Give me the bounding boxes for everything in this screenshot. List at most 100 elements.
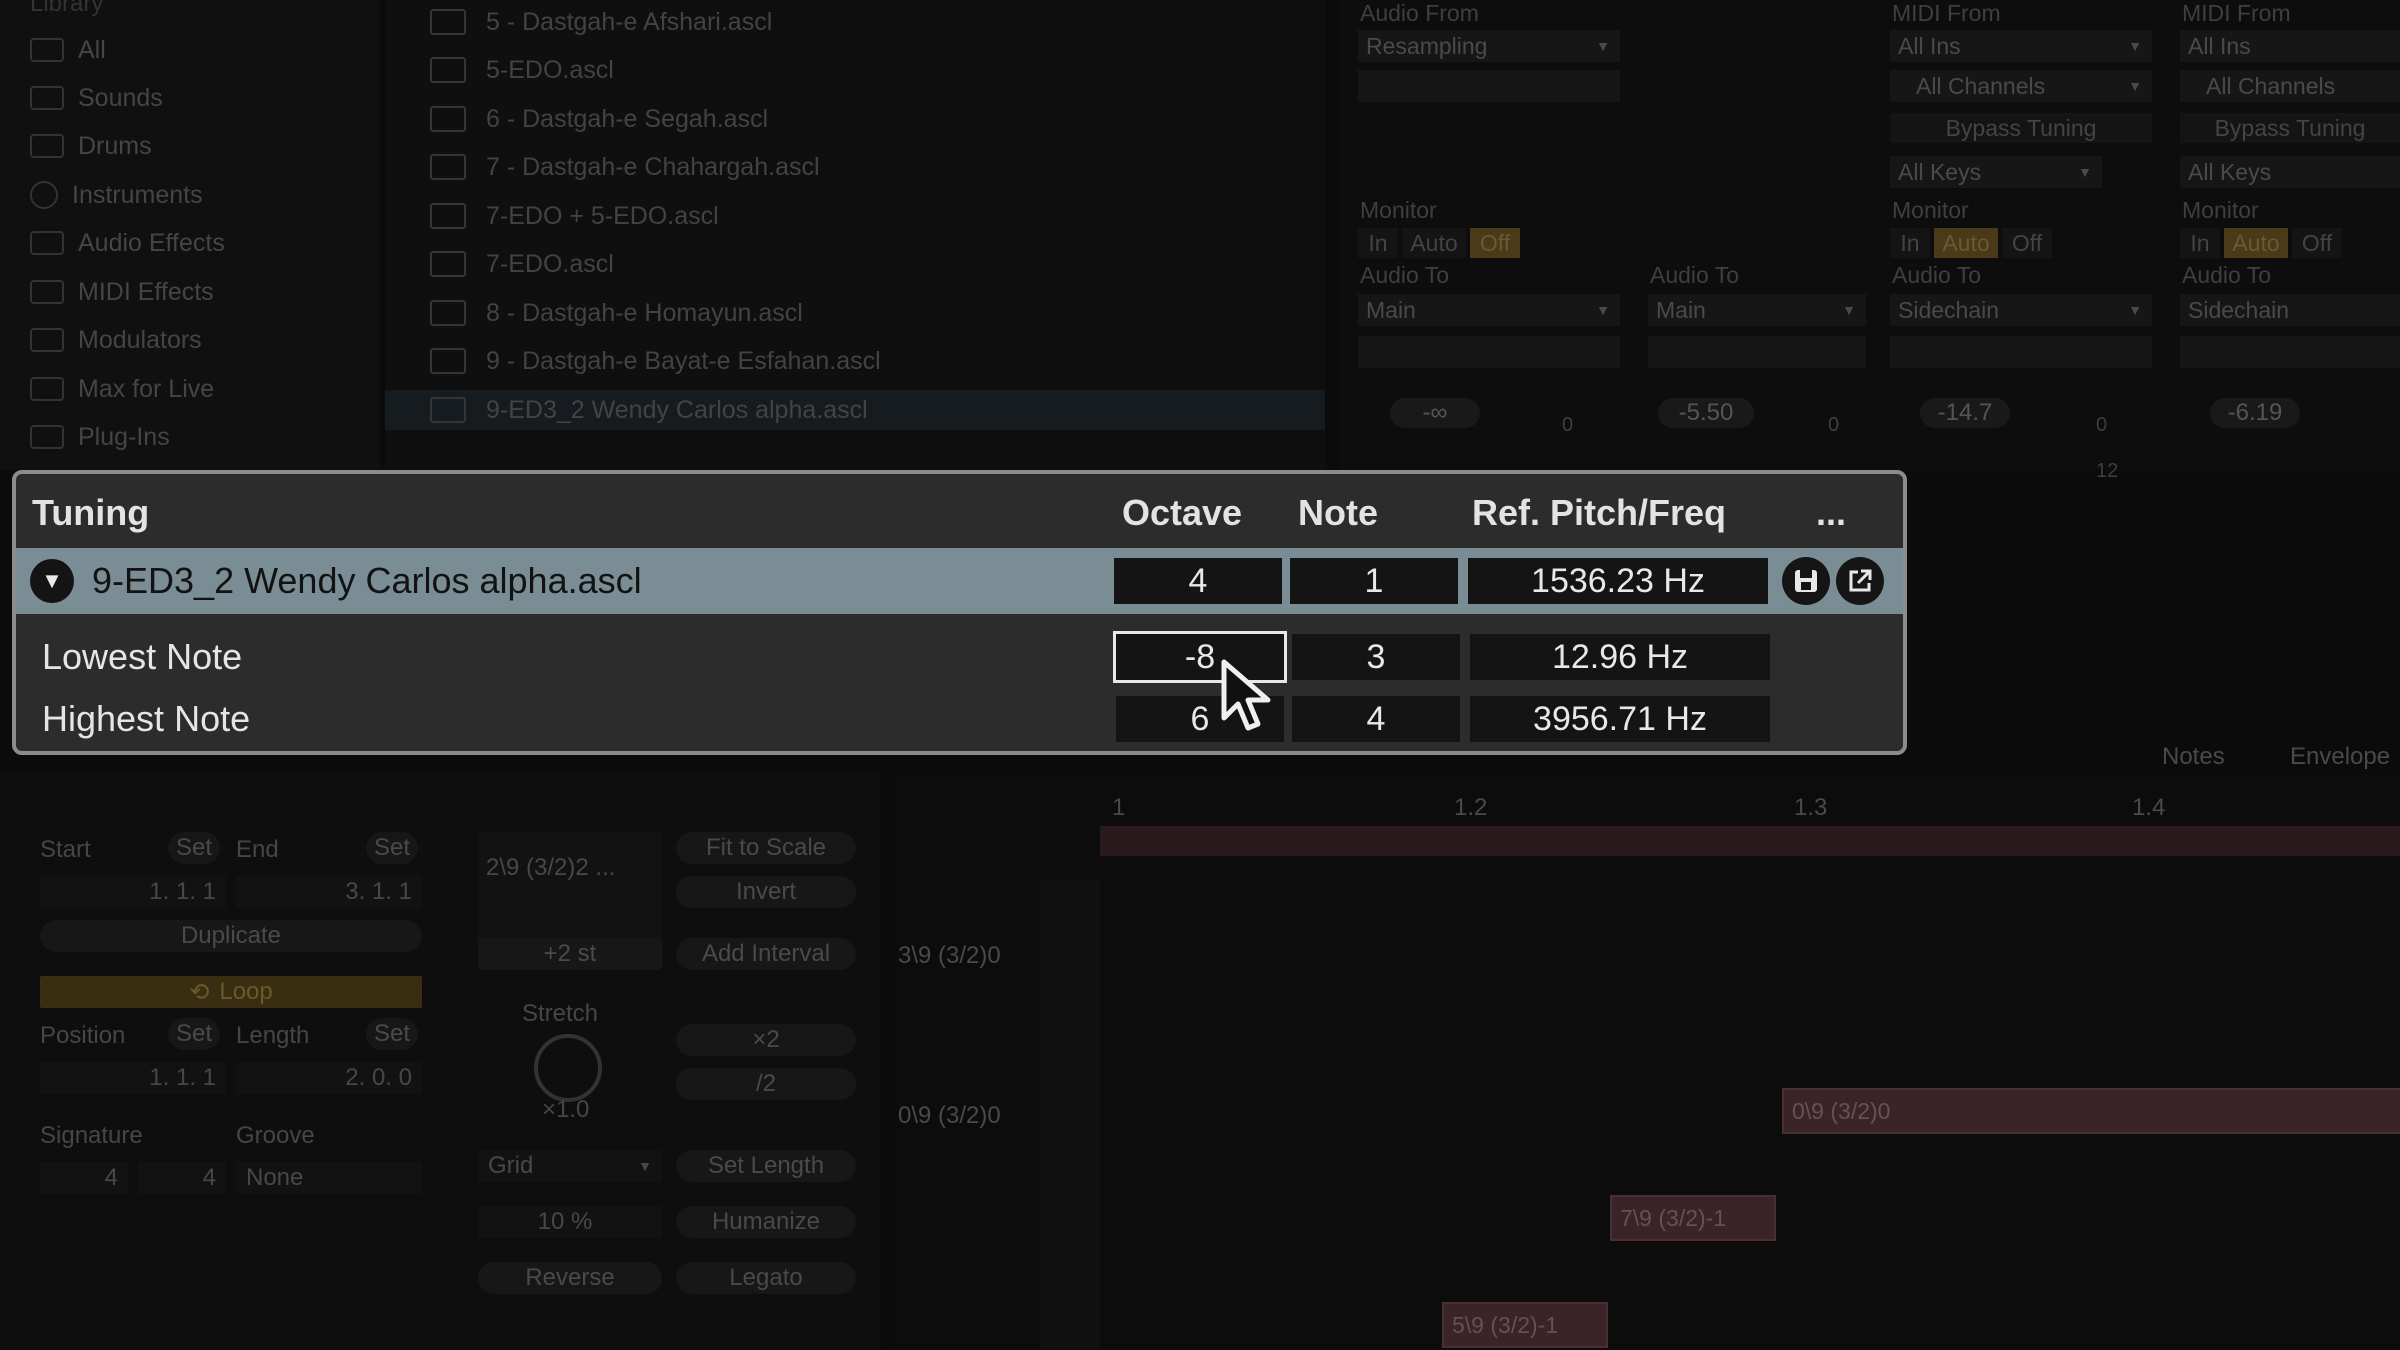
start-set-button[interactable]: Set	[168, 832, 220, 864]
lowest-note-field[interactable]: 3	[1292, 634, 1460, 680]
piano-keys[interactable]	[1040, 880, 1100, 1350]
category-instruments[interactable]: Instruments	[30, 175, 203, 215]
duplicate-button[interactable]: Duplicate	[40, 920, 422, 952]
lowest-frequency-field[interactable]: 12.96 Hz	[1470, 634, 1770, 680]
signature-denominator[interactable]: 4	[138, 1162, 226, 1194]
bypass-tuning-button[interactable]: Bypass Tuning	[2180, 113, 2400, 143]
highest-frequency-field[interactable]: 3956.71 Hz	[1470, 696, 1770, 742]
category-midi-effects[interactable]: MIDI Effects	[30, 272, 214, 312]
midi-note[interactable]: 5\9 (3/2)-1	[1442, 1302, 1608, 1348]
loop-bar[interactable]	[1100, 826, 2400, 856]
scale-file-icon	[430, 397, 466, 423]
transpose-button[interactable]: +2 st	[478, 938, 662, 970]
save-icon[interactable]	[1782, 557, 1830, 605]
midi-channel-select[interactable]: All Channels ▼	[1890, 70, 2152, 102]
midi-from-select[interactable]: All Ins	[2180, 30, 2400, 62]
reference-frequency-field[interactable]: 1536.23 Hz	[1468, 558, 1768, 604]
tuning-panel: Tuning Octave Note Ref. Pitch/Freq ... ▼…	[12, 470, 1907, 755]
file-item-selected[interactable]: 9-ED3_2 Wendy Carlos alpha.ascl	[385, 390, 1325, 430]
audio-to-select[interactable]: Sidechain ▼	[1890, 294, 2152, 326]
position-value[interactable]: 1. 1. 1	[40, 1062, 226, 1094]
category-modulators[interactable]: Modulators	[30, 320, 202, 360]
category-all[interactable]: All	[30, 30, 106, 70]
monitor-auto-button[interactable]: Auto	[2224, 228, 2288, 258]
reference-octave-field[interactable]: 4	[1114, 558, 1282, 604]
end-set-button[interactable]: Set	[366, 832, 418, 864]
volume-readout[interactable]: -5.50	[1658, 398, 1754, 428]
open-external-icon[interactable]	[1836, 557, 1884, 605]
audio-to-channel-select[interactable]	[1358, 336, 1620, 368]
audio-to-channel-select[interactable]	[2180, 336, 2400, 368]
category-audio-effects[interactable]: Audio Effects	[30, 223, 225, 263]
groove-select[interactable]: None	[236, 1162, 422, 1194]
tuning-file-row[interactable]: ▼ 9-ED3_2 Wendy Carlos alpha.ascl 4 1 15…	[16, 548, 1903, 614]
signature-numerator[interactable]: 4	[40, 1162, 128, 1194]
monitor-off-button[interactable]: Off	[2002, 228, 2052, 258]
tab-envelope[interactable]: Envelope	[2290, 743, 2390, 771]
length-set-button[interactable]: Set	[366, 1018, 418, 1050]
file-item[interactable]: 7-EDO + 5-EDO.ascl	[430, 196, 719, 236]
stretch-double-button[interactable]: ×2	[676, 1024, 856, 1056]
file-item[interactable]: 9 - Dastgah-e Bayat-e Esfahan.ascl	[430, 341, 881, 381]
audio-from-select[interactable]: Resampling ▼	[1358, 30, 1620, 62]
stretch-knob[interactable]	[534, 1034, 602, 1102]
monitor-off-button[interactable]: Off	[2292, 228, 2342, 258]
monitor-off-button[interactable]: Off	[1470, 228, 1520, 258]
position-set-button[interactable]: Set	[168, 1018, 220, 1050]
category-sounds[interactable]: Sounds	[30, 78, 163, 118]
more-options-button[interactable]: ...	[1816, 492, 1846, 534]
audio-from-channel-select[interactable]	[1358, 70, 1620, 102]
add-interval-button[interactable]: Add Interval	[676, 938, 856, 970]
file-item[interactable]: 7 - Dastgah-e Chahargah.ascl	[430, 147, 820, 187]
category-plug-ins[interactable]: Plug-Ins	[30, 417, 170, 457]
file-item[interactable]: 8 - Dastgah-e Homayun.ascl	[430, 293, 803, 333]
keys-select[interactable]: All Keys	[2180, 156, 2400, 188]
loop-button[interactable]: ⟲ Loop	[40, 976, 422, 1008]
reverse-button[interactable]: Reverse	[478, 1262, 662, 1294]
midi-channel-select[interactable]: All Channels	[2180, 70, 2400, 102]
grid-select[interactable]: Grid ▼	[478, 1150, 662, 1182]
monitor-auto-button[interactable]: Auto	[1934, 228, 1998, 258]
invert-button[interactable]: Invert	[676, 876, 856, 908]
legato-button[interactable]: Legato	[676, 1262, 856, 1294]
midi-note[interactable]: 7\9 (3/2)-1	[1610, 1195, 1776, 1241]
audio-to-select[interactable]: Main ▼	[1648, 294, 1866, 326]
volume-readout[interactable]: -∞	[1390, 398, 1480, 428]
monitor-label: Monitor	[2182, 197, 2259, 223]
file-item[interactable]: 6 - Dastgah-e Segah.ascl	[430, 99, 768, 139]
meter-zero-label: 0	[1562, 414, 1574, 436]
monitor-auto-button[interactable]: Auto	[1402, 228, 1466, 258]
start-value[interactable]: 1. 1. 1	[40, 876, 226, 908]
volume-readout[interactable]: -6.19	[2210, 398, 2300, 428]
category-drums[interactable]: Drums	[30, 126, 152, 166]
set-length-button[interactable]: Set Length	[676, 1150, 856, 1182]
highest-note-field[interactable]: 4	[1292, 696, 1460, 742]
file-item[interactable]: 5-EDO.ascl	[430, 50, 614, 90]
keys-select[interactable]: All Keys ▼	[1890, 156, 2102, 188]
audio-to-channel-select[interactable]	[1890, 336, 2152, 368]
humanize-amount[interactable]: 10 %	[478, 1206, 662, 1238]
tab-notes[interactable]: Notes	[2162, 743, 2225, 771]
file-item[interactable]: 7-EDO.ascl	[430, 244, 614, 284]
monitor-in-button[interactable]: In	[1358, 228, 1398, 258]
pitch-label: 0\9 (3/2)0	[898, 1102, 1001, 1129]
volume-readout[interactable]: -14.7	[1920, 398, 2010, 428]
end-value[interactable]: 3. 1. 1	[236, 876, 422, 908]
midi-note[interactable]: 0\9 (3/2)0	[1782, 1088, 2400, 1134]
midi-from-select[interactable]: All Ins ▼	[1890, 30, 2152, 62]
monitor-in-button[interactable]: In	[2180, 228, 2220, 258]
bypass-tuning-button[interactable]: Bypass Tuning	[1890, 113, 2152, 143]
audio-to-channel-select[interactable]	[1648, 336, 1866, 368]
monitor-in-button[interactable]: In	[1890, 228, 1930, 258]
humanize-button[interactable]: Humanize	[676, 1206, 856, 1238]
audio-to-select[interactable]: Sidechain	[2180, 294, 2400, 326]
reference-note-field[interactable]: 1	[1290, 558, 1458, 604]
length-value[interactable]: 2. 0. 0	[236, 1062, 422, 1094]
file-item[interactable]: 5 - Dastgah-e Afshari.ascl	[430, 2, 772, 42]
fit-to-scale-button[interactable]: Fit to Scale	[676, 832, 856, 864]
category-max-for-live[interactable]: Max for Live	[30, 369, 214, 409]
audio-to-select[interactable]: Main ▼	[1358, 294, 1620, 326]
stretch-half-button[interactable]: /2	[676, 1068, 856, 1100]
chevron-down-icon: ▼	[1596, 302, 1610, 318]
collapse-toggle-icon[interactable]: ▼	[30, 559, 74, 603]
